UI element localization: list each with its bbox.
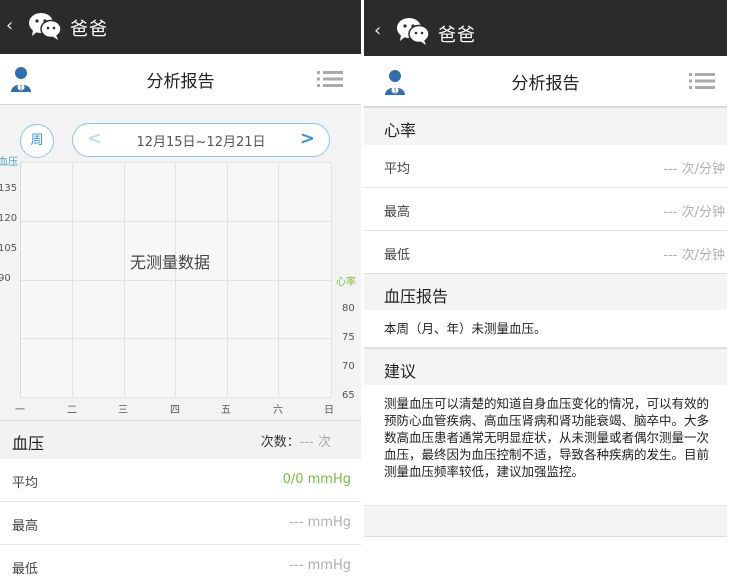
bp-row-min: 最低 --- mmHg (0, 545, 361, 580)
x-tick: 三 (118, 405, 128, 416)
row-label: 最低 (384, 248, 411, 263)
left-screen: ‹ 爸爸 1 分析报告 周 < 12月15日~12月21日 > 血压 135 1… (0, 0, 361, 580)
top-bar: ‹ 爸爸 (364, 0, 727, 56)
top-bar: ‹ 爸爸 (0, 0, 361, 54)
bp-tick: 120 (0, 213, 18, 224)
wechat-icon (29, 13, 62, 40)
week-toggle-button[interactable]: 周 (20, 124, 54, 158)
row-value: --- 次/分钟 (663, 248, 725, 263)
grid-line (21, 280, 331, 281)
section-title: 建议 (384, 362, 417, 381)
advice-body: 测量血压可以清楚的知道自身血压变化的情况，可以有效的预防心血管疾病、高血压肾病和… (364, 385, 727, 506)
page-title: 分析报告 (146, 72, 215, 92)
hr-axis-label: 心率 (336, 277, 356, 288)
section-title: 血压报告 (384, 287, 449, 306)
list-menu-icon[interactable] (689, 73, 715, 89)
row-label: 平均 (384, 162, 411, 177)
report-header: 1 分析报告 (364, 56, 727, 107)
bp-row-max: 最高 --- mmHg (0, 502, 361, 545)
back-button[interactable]: ‹ (374, 20, 381, 41)
right-screen: ‹ 爸爸 1 分析报告 心率 平均 --- 次/分钟 最高 --- 次/分钟 最… (364, 0, 727, 580)
row-label: 最高 (384, 205, 411, 220)
x-tick: 五 (221, 405, 231, 416)
hr-row-max: 最高 --- 次/分钟 (364, 188, 727, 231)
bp-report-text: 本周（月、年）未测量血压。 (384, 321, 547, 336)
bp-section-header: 血压 次数：--- 次 (0, 420, 361, 460)
next-period-button[interactable]: > (300, 128, 315, 149)
x-tick: 日 (324, 405, 334, 416)
hr-row-min: 最低 --- 次/分钟 (364, 231, 727, 274)
bp-tick: 105 (0, 243, 18, 254)
contact-name: 爸爸 (70, 19, 108, 40)
row-value: --- mmHg (289, 515, 351, 530)
grid-line (21, 221, 331, 222)
hr-row-average: 平均 --- 次/分钟 (364, 145, 727, 188)
chart-grid (20, 162, 332, 398)
contact-name: 爸爸 (438, 25, 476, 46)
bp-report-header: 血压报告 (364, 273, 727, 311)
row-label: 最高 (12, 519, 39, 534)
section-title: 心率 (384, 121, 417, 140)
bp-row-average: 平均 0/0 mmHg (0, 459, 361, 502)
hr-section-header: 心率 (364, 107, 727, 146)
section-title: 血压 (12, 434, 45, 453)
bp-tick: 90 (0, 273, 11, 284)
date-range-label: 12月15日~12月21日 (136, 135, 266, 150)
count-label: 次数： (260, 435, 300, 450)
bp-tick: 135 (0, 183, 18, 194)
measure-count: 次数：--- 次 (261, 431, 331, 450)
blank-section (364, 506, 727, 537)
row-value: --- 次/分钟 (663, 162, 725, 177)
row-value: 0/0 mmHg (282, 472, 351, 487)
chart-area: 周 < 12月15日~12月21日 > 血压 135 120 105 90 心率… (0, 106, 361, 420)
x-tick: 一 (15, 405, 25, 416)
hr-tick: 65 (342, 390, 355, 401)
x-tick: 二 (67, 405, 77, 416)
row-value: --- mmHg (289, 558, 351, 573)
row-label: 平均 (12, 476, 39, 491)
list-menu-icon[interactable] (317, 71, 343, 87)
hr-tick: 80 (342, 303, 355, 314)
report-header: 1 分析报告 (0, 54, 361, 105)
back-button[interactable]: ‹ (6, 15, 13, 36)
row-value: --- 次/分钟 (663, 205, 725, 220)
bp-axis-label: 血压 (0, 157, 18, 168)
page-title: 分析报告 (511, 74, 580, 94)
grid-line (21, 338, 331, 339)
advice-header: 建议 (364, 348, 727, 386)
advice-text: 测量血压可以清楚的知道自身血压变化的情况，可以有效的预防心血管疾病、高血压肾病和… (384, 396, 710, 479)
hr-tick: 75 (342, 332, 355, 343)
x-tick: 四 (170, 405, 180, 416)
date-range-selector: < 12月15日~12月21日 > (72, 123, 330, 157)
count-value: --- 次 (299, 435, 331, 450)
hr-tick: 70 (342, 361, 355, 372)
no-data-message: 无测量数据 (130, 253, 211, 272)
wechat-icon (397, 18, 430, 45)
row-label: 最低 (12, 562, 39, 577)
bp-report-body: 本周（月、年）未测量血压。 (364, 310, 727, 348)
x-tick: 六 (273, 405, 283, 416)
